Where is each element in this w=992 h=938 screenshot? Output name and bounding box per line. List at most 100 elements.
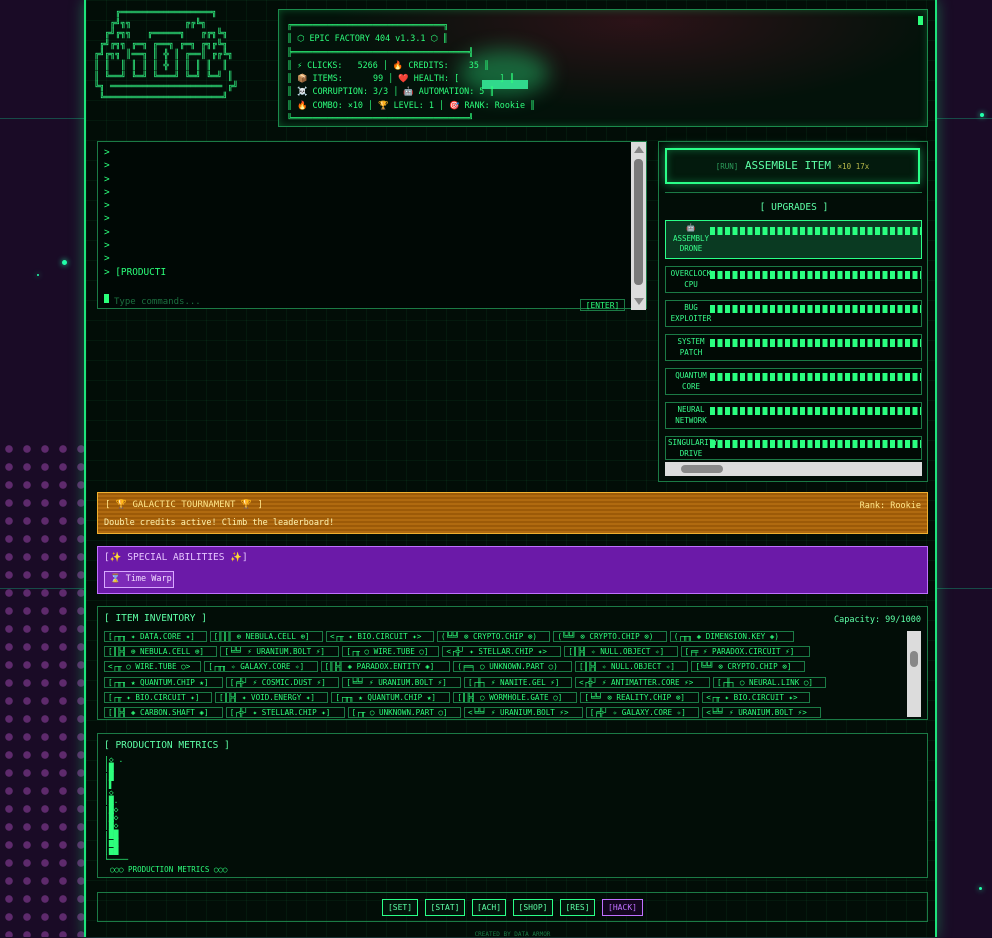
- assemble-label: ASSEMBLE ITEM: [744, 159, 832, 172]
- background-dot-pattern: [0, 440, 86, 937]
- terminal-scrollbar[interactable]: [631, 142, 646, 310]
- inventory-item[interactable]: [╘╩╛ ⊗ REALITY.CHIP ⊗]: [580, 691, 700, 703]
- status-indicator: [918, 16, 923, 25]
- terminal-output: > > > > > > > > > > [PRODUCTI: [104, 147, 167, 278]
- upgrade-progress-bar: [710, 271, 921, 279]
- inventory-item[interactable]: [║║║ ⊕ NEBULA.CELL ⊕]: [209, 631, 323, 642]
- inventory-item[interactable]: [╒╬┘ ✧ GALAXY.CORE ✧]: [585, 707, 700, 718]
- inventory-title: [ ITEM INVENTORY ]: [104, 613, 207, 624]
- inventory-item[interactable]: [┌╥╖ ★ QUANTUM.CHIP ★]: [104, 676, 223, 688]
- scroll-down-icon[interactable]: [634, 298, 644, 305]
- inventory-item[interactable]: (╚╩╝ ⊗ CRYPTO.CHIP ⊗): [553, 631, 667, 642]
- time-warp-button[interactable]: ⌛ Time Warp: [104, 571, 174, 588]
- settings-button[interactable]: [SET]: [382, 899, 418, 916]
- inventory-item[interactable]: <┌╬┘ ⚡ ANTIMATTER.CORE ⚡>: [575, 676, 710, 688]
- production-metrics-panel: [ PRODUCTION METRICS ] |◇ . |█ |█ |▌ |◇ …: [97, 733, 928, 878]
- hack-button[interactable]: [HACK]: [602, 899, 643, 916]
- upgrade-progress-bar: [710, 339, 921, 347]
- upgrade-bug-exploiter[interactable]: BUG EXPLOITER: [665, 300, 922, 327]
- inventory-item[interactable]: [┌╥╖ ✦ DATA.CORE ✦]: [104, 631, 207, 642]
- inventory-item[interactable]: <┌╬┘ ✦ STELLAR.CHIP ✦>: [442, 646, 562, 658]
- upgrade-overclock-cpu[interactable]: OVERCLOCK CPU: [665, 266, 922, 293]
- terminal-cursor: [104, 294, 109, 303]
- inventory-item[interactable]: (╒═╕ ◯ UNKNOWN.PART ◯): [453, 661, 572, 673]
- tournament-subtitle: Double credits active! Climb the leaderb…: [104, 518, 335, 528]
- upgrade-quantum-core[interactable]: QUANTUM CORE: [665, 368, 922, 395]
- inventory-item[interactable]: <┌╥ ✦ BIO.CIRCUIT ✦>: [702, 691, 811, 703]
- inventory-item[interactable]: [┌╥ ◯ WIRE.TUBE ◯]: [342, 646, 440, 658]
- inventory-item[interactable]: [║╠╣ ✧ NULL.OBJECT ✧]: [564, 646, 678, 658]
- status-panel: ╔══════════════════════════════╗ ║ ⬡ EPI…: [278, 9, 928, 127]
- inventory-item[interactable]: [┌╥ ◯ UNKNOWN.PART ◯]: [347, 707, 461, 718]
- scroll-up-icon[interactable]: [634, 146, 644, 153]
- inventory-item[interactable]: [┌╫┐ ⚡ NANITE.GEL ⚡]: [464, 676, 572, 688]
- background-star: [980, 113, 984, 117]
- research-button[interactable]: [RES]: [560, 899, 595, 916]
- upgrade-singularity-drive[interactable]: SINGULARITY DRIVE: [665, 436, 922, 460]
- run-tag: [RUN]: [715, 162, 739, 171]
- upgrade-assembly-drone[interactable]: 🤖 ASSEMBLY DRONE: [665, 220, 922, 259]
- upgrade-label: 🤖 ASSEMBLY DRONE: [672, 223, 710, 253]
- metrics-title: [ PRODUCTION METRICS ]: [104, 740, 230, 751]
- scroll-thumb[interactable]: [681, 465, 723, 473]
- inventory-item[interactable]: [╒╬┘ ⚡ COSMIC.DUST ⚡]: [225, 676, 340, 688]
- inventory-item[interactable]: [║╠╣ ✦ VOID.ENERGY ✦]: [215, 691, 329, 703]
- inventory-item[interactable]: (┌╥╖ ◈ DIMENSION.KEY ◈): [669, 631, 794, 642]
- upgrade-label: QUANTUM CORE: [675, 371, 707, 391]
- background-star: [979, 887, 982, 890]
- tournament-title: [ 🏆 GALACTIC TOURNAMENT 🏆 ]: [105, 500, 263, 510]
- inventory-item[interactable]: [╒╤ ⚡ PARADOX.CIRCUIT ⚡]: [680, 646, 811, 658]
- inventory-scrollbar[interactable]: [907, 631, 921, 717]
- upgrade-progress-bar: [710, 407, 921, 415]
- inventory-item[interactable]: (╚╩╝ ⊗ CRYPTO.CHIP ⊗): [437, 631, 551, 642]
- assemble-item-button[interactable]: [RUN] ASSEMBLE ITEM ×10 17x: [665, 148, 920, 184]
- upgrade-label: BUG EXPLOITER: [670, 303, 712, 323]
- inventory-item[interactable]: [║╠╣ ✧ NULL.OBJECT ✧]: [575, 661, 689, 673]
- upgrade-progress-bar: [710, 227, 921, 235]
- shop-button[interactable]: [SHOP]: [513, 899, 553, 916]
- upgrade-progress-bar: [710, 373, 921, 381]
- inventory-item[interactable]: [╘╩╛ ⚡ URANIUM.BOLT ⚡]: [342, 676, 461, 688]
- inventory-item[interactable]: [┌╥ ✦ BIO.CIRCUIT ✦]: [104, 691, 212, 703]
- inventory-item[interactable]: <╘╩╛ ⚡ URANIUM.BOLT ⚡>: [702, 707, 821, 718]
- inventory-item[interactable]: [║╠╣ ◈ PARADOX.ENTITY ◈]: [320, 661, 451, 673]
- background-star: [62, 260, 67, 265]
- enter-button[interactable]: [ENTER]: [580, 299, 625, 311]
- upgrades-title: [ UPGRADES ]: [759, 202, 829, 213]
- inventory-item[interactable]: [┌╥╖ ★ QUANTUM.CHIP ★]: [331, 691, 451, 703]
- upgrade-progress-bar: [710, 440, 921, 448]
- upgrade-system-patch[interactable]: SYSTEM PATCH: [665, 334, 922, 361]
- divider: [665, 192, 922, 193]
- inventory-item[interactable]: [║╠╣ ◈ CARBON.SHAFT ◈]: [104, 707, 223, 718]
- inventory-item[interactable]: [║╠╣ ⊕ NEBULA.CELL ⊕]: [104, 646, 218, 658]
- upgrade-progress-bar: [710, 305, 921, 313]
- inventory-capacity: Capacity: 99/1000: [834, 615, 921, 625]
- inventory-item[interactable]: <╘╩╛ ⚡ URANIUM.BOLT ⚡>: [464, 707, 583, 718]
- inventory-item[interactable]: [┌╫┐ ◯ NEURAL.LINK ◯]: [713, 676, 827, 688]
- upgrades-scrollbar[interactable]: [665, 462, 922, 476]
- bottom-nav: [SET] [STAT] [ACH] [SHOP] [RES] [HACK]: [97, 892, 928, 922]
- scroll-thumb[interactable]: [910, 651, 918, 667]
- item-inventory-panel: [ ITEM INVENTORY ] Capacity: 99/1000 [┌╥…: [97, 606, 928, 720]
- command-input[interactable]: Type commands...: [114, 297, 514, 307]
- stats-button[interactable]: [STAT]: [425, 899, 465, 916]
- inventory-item[interactable]: [┌╬┘ ✦ STELLAR.CHIP ✦]: [225, 707, 345, 718]
- upgrade-neural-network[interactable]: NEURAL NETWORK: [665, 402, 922, 429]
- scroll-thumb[interactable]: [634, 159, 643, 285]
- special-abilities-panel: [✨ SPECIAL ABILITIES ✨] ⌛ Time Warp: [97, 546, 928, 594]
- tournament-rank: Rank: Rookie: [859, 501, 921, 511]
- achievements-button[interactable]: [ACH]: [472, 899, 506, 916]
- inventory-item[interactable]: [╚╩╝ ⊗ CRYPTO.CHIP ⊗]: [691, 661, 805, 673]
- inventory-item[interactable]: <┌╥ ✦ BIO.CIRCUIT ✦>: [326, 631, 434, 642]
- background-star: [37, 274, 39, 276]
- factory-ascii-logo: ╔═════════════════╗ ╔╝╗╗ ╔╔╚╗ ╔╝╔╗╗ ╔═══…: [94, 8, 239, 103]
- game-window: ╔═════════════════╗ ╔╝╗╗ ╔╔╚╗ ╔╝╔╗╗ ╔═══…: [84, 0, 937, 938]
- upgrade-label: SINGULARITY DRIVE: [668, 438, 718, 458]
- inventory-item[interactable]: [║╠╣ ◯ WORMHOLE.GATE ◯]: [453, 691, 578, 703]
- inventory-item[interactable]: <┌╥ ◯ WIRE.TUBE ◯>: [104, 661, 202, 673]
- upgrade-label: NEURAL NETWORK: [675, 405, 707, 425]
- inventory-item[interactable]: [╘╩╛ ⚡ URANIUM.BOLT ⚡]: [220, 646, 340, 658]
- inventory-item[interactable]: [┌╥╖ ✧ GALAXY.CORE ✧]: [204, 661, 318, 673]
- abilities-title: [✨ SPECIAL ABILITIES ✨]: [104, 552, 248, 563]
- metrics-ascii-graph: |◇ . |█ |█ |▌ |◇ |█. |█◇ |█◇ |█◇ |██ |▆█…: [104, 755, 129, 864]
